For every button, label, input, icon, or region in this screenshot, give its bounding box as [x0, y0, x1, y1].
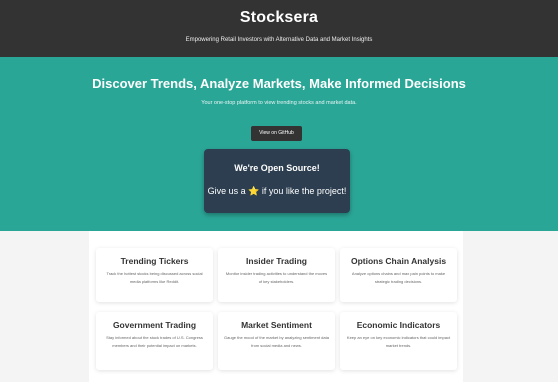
feature-card-government-trading[interactable]: Government Trading Stay informed about t…	[96, 312, 213, 370]
feature-card-description: Stay informed about the stock trades of …	[106, 335, 203, 348]
feature-card-trending-tickers[interactable]: Trending Tickers Track the hottest stock…	[96, 248, 213, 302]
feature-card-title: Economic Indicators	[356, 320, 441, 330]
hero-title: Discover Trends, Analyze Markets, Make I…	[92, 76, 466, 91]
features-section: Trending Tickers Track the hottest stock…	[89, 231, 463, 382]
open-source-message-end: if you like the project!	[261, 186, 347, 196]
feature-card-insider-trading[interactable]: Insider Trading Monitor insider trading …	[218, 248, 335, 302]
feature-card-title: Trending Tickers	[120, 256, 189, 266]
open-source-card: We're Open Source! Give us a ⭐ if you li…	[204, 149, 350, 213]
feature-card-title: Options Chain Analysis	[350, 256, 447, 266]
site-title: Stocksera	[239, 9, 319, 26]
feature-card-market-sentiment[interactable]: Market Sentiment Gauge the mood of the m…	[218, 312, 335, 370]
feature-card-economic-indicators[interactable]: Economic Indicators Keep an eye on key e…	[340, 312, 457, 370]
site-header: Stocksera Empowering Retail Investors wi…	[0, 0, 558, 57]
feature-card-description: Monitor insider trading activities to un…	[225, 271, 328, 284]
view-on-github-button[interactable]: View on GitHub	[251, 126, 302, 141]
feature-card-description: Keep an eye on key economic indicators t…	[346, 335, 451, 348]
open-source-title: We're Open Source!	[234, 163, 320, 173]
star-icon: ⭐	[248, 186, 260, 196]
feature-card-title: Government Trading	[112, 320, 197, 330]
hero-section: Discover Trends, Analyze Markets, Make I…	[0, 57, 558, 231]
feature-card-description: Track the hottest stocks being discussed…	[106, 271, 203, 284]
open-source-message: Give us a ⭐ if you like the project!	[204, 186, 350, 197]
feature-card-title: Insider Trading	[246, 256, 307, 266]
hero-subtitle: Your one-stop platform to view trending …	[201, 100, 357, 106]
open-source-message-start: Give us a	[207, 186, 246, 196]
feature-card-options-chain-analysis[interactable]: Options Chain Analysis Analyze options c…	[340, 248, 457, 302]
feature-card-description: Gauge the mood of the market by analyzin…	[224, 335, 329, 348]
feature-card-title: Market Sentiment	[241, 320, 312, 330]
site-tagline: Empowering Retail Investors with Alterna…	[185, 37, 373, 43]
feature-card-description: Analyze options chains and max pain poin…	[351, 271, 446, 284]
